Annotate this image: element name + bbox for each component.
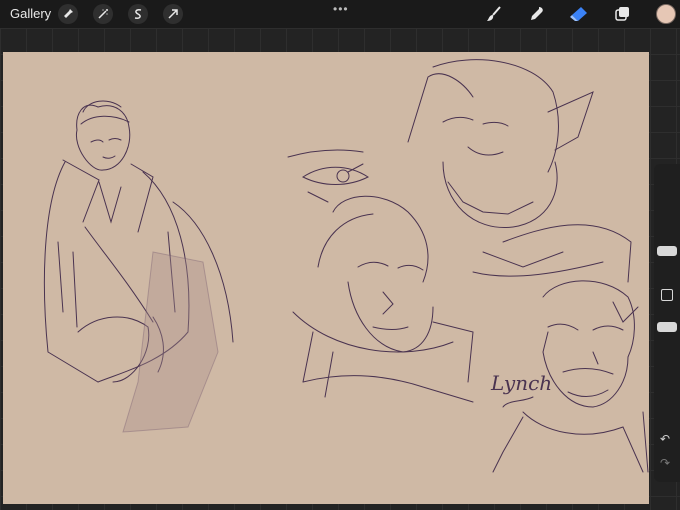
sketch-horned-head bbox=[407, 59, 632, 283]
annotation-text: Lynch bbox=[490, 371, 552, 395]
right-sidebar: ↶ ↷ bbox=[654, 164, 680, 482]
magic-wand-icon[interactable] bbox=[93, 4, 113, 24]
actions-menu-icon[interactable]: ••• bbox=[333, 2, 349, 16]
gallery-button[interactable]: Gallery bbox=[10, 6, 51, 21]
smudge-icon[interactable] bbox=[526, 4, 548, 24]
top-toolbar: Gallery ••• bbox=[0, 0, 680, 28]
color-picker-button[interactable] bbox=[656, 4, 676, 24]
transform-arrow-icon[interactable] bbox=[163, 4, 183, 24]
undo-icon[interactable]: ↶ bbox=[660, 432, 670, 446]
drawing-canvas[interactable]: Lynch bbox=[3, 52, 649, 504]
redo-icon[interactable]: ↷ bbox=[660, 456, 670, 470]
brush-icon[interactable] bbox=[483, 4, 505, 24]
wrench-icon[interactable] bbox=[58, 4, 78, 24]
sketch-eye-study bbox=[287, 149, 370, 203]
annotation-arrow bbox=[502, 396, 534, 408]
brush-size-slider[interactable] bbox=[657, 246, 677, 256]
layers-icon[interactable] bbox=[611, 4, 633, 24]
eraser-icon[interactable] bbox=[568, 4, 590, 24]
selection-s-icon[interactable] bbox=[128, 4, 148, 24]
modify-button[interactable] bbox=[661, 289, 673, 301]
opacity-slider[interactable] bbox=[657, 322, 677, 332]
sketch-young-face bbox=[292, 195, 474, 403]
sketch-artwork: Lynch bbox=[43, 59, 649, 473]
